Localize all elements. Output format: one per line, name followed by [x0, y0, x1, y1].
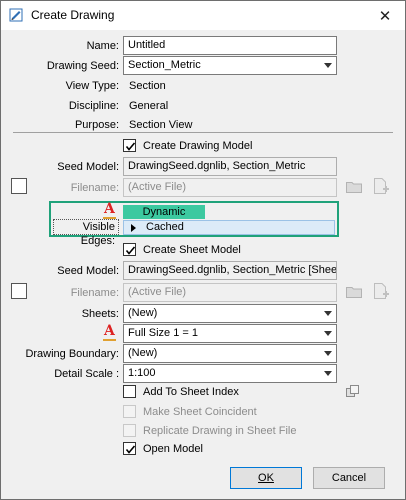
sheet-seed-model-field[interactable]: DrawingSeed.dgnlib, Section_Metric [Shee…	[123, 261, 337, 280]
create-drawing-dialog: Create Drawing ✕ Name: Untitled Drawing …	[0, 0, 406, 500]
drawing-seed-label: Drawing Seed:	[46, 60, 119, 72]
add-to-sheet-index-label: Add To Sheet Index	[143, 386, 239, 398]
title-bar: Create Drawing ✕	[1, 1, 405, 30]
dialog-body: Name: Untitled Drawing Seed: Section_Met…	[1, 30, 405, 499]
replicate-drawing-label: Replicate Drawing in Sheet File	[143, 425, 297, 437]
create-sheet-model-label: Create Sheet Model	[143, 244, 241, 256]
sheet-seed-model-label: Seed Model:	[57, 265, 119, 277]
app-icon	[9, 8, 23, 22]
sheet-filename-label: Filename:	[70, 287, 119, 299]
open-model-checkbox[interactable]	[123, 442, 136, 455]
purpose-value: Section View	[129, 119, 193, 131]
new-file-icon[interactable]	[373, 283, 389, 301]
annotation-scale-icon: A	[103, 323, 116, 341]
chevron-down-icon	[324, 63, 332, 68]
sheets-label: Sheets:	[81, 308, 119, 320]
dynamic-option-label: Dynamic	[142, 206, 186, 218]
drawing-seed-model-field[interactable]: DrawingSeed.dgnlib, Section_Metric	[123, 157, 337, 176]
discipline-value: General	[129, 100, 169, 112]
chevron-down-icon	[324, 351, 332, 356]
drawing-filename-placeholder: (Active File)	[128, 181, 187, 193]
annotation-scale-icon: A	[103, 201, 116, 219]
create-sheet-model-checkbox[interactable]	[123, 243, 136, 256]
chevron-down-icon	[324, 311, 332, 316]
visible-edges-option-cached[interactable]: Cached	[123, 220, 335, 235]
detail-scale-value: 1:100	[128, 367, 156, 379]
make-sheet-coincident-checkbox[interactable]	[123, 405, 136, 418]
name-value: Untitled	[128, 39, 166, 51]
drawing-boundary-combo[interactable]: (New)	[123, 344, 337, 363]
name-label: Name:	[86, 40, 119, 52]
close-button[interactable]: ✕	[365, 1, 405, 30]
folder-icon[interactable]	[346, 286, 362, 298]
visible-edges-label: Visible Edges:	[53, 219, 119, 247]
close-icon: ✕	[378, 7, 392, 25]
cancel-button-label: Cancel	[331, 472, 367, 484]
drawing-seed-value: Section_Metric	[128, 59, 201, 71]
sheet-seed-model-value: DrawingSeed.dgnlib, Section_Metric [Shee…	[128, 264, 337, 276]
sheets-value: (New)	[128, 307, 158, 319]
detail-scale-combo[interactable]: 1:100	[123, 364, 337, 383]
window-title: Create Drawing	[31, 8, 115, 22]
drawing-seed-combo[interactable]: Section_Metric	[123, 56, 337, 75]
ok-button[interactable]: OK	[230, 467, 302, 489]
checkmark-icon	[125, 246, 136, 255]
drawing-boundary-value: (New)	[128, 347, 158, 359]
folder-icon[interactable]	[346, 181, 362, 193]
detail-scale-label: Detail Scale :	[54, 368, 119, 380]
checkmark-icon	[125, 142, 136, 151]
sheet-filename-input[interactable]: (Active File)	[123, 283, 337, 302]
drawing-boundary-label: Drawing Boundary:	[25, 348, 119, 360]
annotation-scale-combo[interactable]: Full Size 1 = 1	[123, 324, 337, 343]
sheet-index-icon[interactable]	[346, 385, 360, 398]
drawing-filename-label: Filename:	[70, 182, 119, 194]
new-file-icon[interactable]	[373, 178, 389, 196]
annotation-scale-value: Full Size 1 = 1	[128, 327, 199, 339]
make-sheet-coincident-label: Make Sheet Coincident	[143, 406, 257, 418]
create-drawing-model-label: Create Drawing Model	[143, 140, 253, 152]
checkmark-icon	[125, 445, 136, 454]
add-to-sheet-index-checkbox[interactable]	[123, 385, 136, 398]
chevron-down-icon	[324, 331, 332, 336]
replicate-drawing-checkbox[interactable]	[123, 424, 136, 437]
drawing-seed-model-value: DrawingSeed.dgnlib, Section_Metric	[128, 160, 306, 172]
view-type-label: View Type:	[65, 80, 119, 92]
separator	[13, 132, 393, 133]
create-drawing-model-checkbox[interactable]	[123, 139, 136, 152]
sheets-combo[interactable]: (New)	[123, 304, 337, 323]
chevron-down-icon	[324, 371, 332, 376]
cached-option-label: Cached	[146, 221, 184, 233]
ok-button-label: OK	[258, 472, 274, 484]
discipline-label: Discipline:	[68, 100, 119, 112]
purpose-label: Purpose:	[74, 119, 119, 131]
visible-edges-option-dynamic[interactable]: Dynamic	[123, 205, 205, 219]
drawing-filename-input[interactable]: (Active File)	[123, 178, 337, 197]
open-model-label: Open Model	[143, 443, 203, 455]
play-arrow-icon	[131, 224, 136, 232]
seed-model-label: Seed Model:	[57, 161, 119, 173]
name-input[interactable]: Untitled	[123, 36, 337, 55]
view-type-value: Section	[129, 80, 166, 92]
cancel-button[interactable]: Cancel	[313, 467, 385, 489]
sheet-filename-placeholder: (Active File)	[128, 286, 187, 298]
